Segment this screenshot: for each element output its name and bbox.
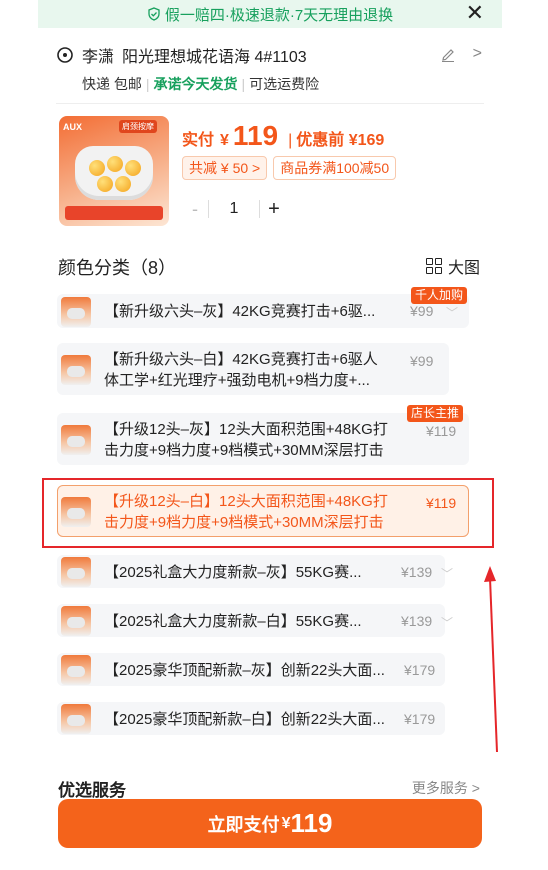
divider — [56, 103, 484, 104]
pay-now-button[interactable]: 立即支付 ¥ 119 — [58, 799, 482, 848]
pay-amount: 119 — [290, 808, 333, 838]
variant-thumbnail — [61, 704, 91, 734]
variant-option[interactable]: 【2025礼盒大力度新款–白】55KG赛... ¥139 ﹀ — [57, 604, 453, 637]
variant-badge: 店长主推 — [407, 405, 464, 422]
brand-logo: AUX — [63, 122, 83, 132]
address-block[interactable]: 李潇 阳光理想城花语海 4#1103 > 快递 包邮 | 承诺今天发货 | 可选… — [56, 44, 486, 94]
guarantee-text: 假一赔四·极速退款·7天无理由退换 — [164, 6, 394, 24]
variant-price: ¥99 — [410, 303, 434, 319]
variant-thumbnail — [61, 557, 91, 587]
original-price: 优惠前 ¥169 — [296, 132, 385, 149]
variant-thumbnail — [61, 297, 91, 327]
variant-price: ¥179 — [404, 711, 436, 727]
variant-option[interactable]: 【新升级六头–灰】42KG竞赛打击+6驱... ¥99 ﹀ — [57, 294, 469, 328]
actual-pay-label: 实付 — [182, 132, 215, 149]
chevron-down-icon: ﹀ — [441, 616, 454, 630]
variant-label-line2: 击力度+9档力度+9档模式+30MM深层打击 — [104, 442, 384, 459]
address-detail: 阳光理想城花语海 4#1103 — [122, 49, 307, 66]
grid-icon — [425, 258, 442, 274]
variant-label: 【2025豪华顶配新款–灰】创新22头大面... — [104, 662, 385, 679]
variant-label: 【2025礼盒大力度新款–灰】55KG赛... — [104, 564, 362, 581]
checkout-sheet: 假一赔四·极速退款·7天无理由退换 ✕ 李潇 阳光理想城花语海 4#1103 >… — [38, 0, 502, 870]
chevron-down-icon: ﹀ — [441, 567, 454, 581]
variant-thumbnail — [61, 425, 91, 455]
variant-option[interactable]: 【2025豪华顶配新款–灰】创新22头大面... ¥179 — [57, 653, 445, 686]
variant-option[interactable]: 【2025礼盒大力度新款–灰】55KG赛... ¥139 ﹀ — [57, 555, 453, 588]
increase-button[interactable]: + — [260, 198, 288, 221]
coupon-chip: 商品券满100减50 — [273, 156, 397, 180]
variant-price: ¥119 — [426, 423, 457, 439]
chevron-down-icon: ﹀ — [446, 306, 459, 320]
variant-price: ¥139 — [401, 613, 433, 629]
close-icon[interactable]: ✕ — [466, 0, 484, 28]
edit-pencil-icon[interactable] — [440, 47, 456, 63]
variant-label: 【新升级六头–白】42KG竞赛打击+6驱人 — [104, 351, 378, 368]
variant-price: ¥99 — [410, 353, 434, 369]
services-title: 优选服务 — [58, 781, 126, 800]
variant-price: ¥179 — [404, 662, 436, 678]
quantity-stepper: - 1 + — [182, 194, 288, 224]
chevron-right-icon[interactable]: > — [473, 45, 482, 63]
recipient-name: 李潇 — [82, 49, 115, 66]
freight-insurance-option[interactable]: 可选运费险 — [249, 74, 319, 94]
decrease-button[interactable]: - — [182, 199, 208, 220]
variant-badge: 千人加购 — [411, 287, 468, 304]
guarantee-banner: 假一赔四·极速退款·7天无理由退换 — [38, 0, 502, 28]
variant-label: 【升级12头–灰】12头大面积范围+48KG打 — [104, 421, 388, 438]
annotation-highlight-box — [42, 478, 494, 548]
variant-label-line2: 体工学+红光理疗+强劲电机+9档力度+... — [104, 372, 370, 389]
actual-price: 119 — [232, 120, 279, 151]
quantity-value[interactable]: 1 — [209, 200, 259, 218]
shipping-method: 快递 包邮 — [82, 76, 142, 92]
variant-price: ¥139 — [401, 564, 433, 580]
variant-thumbnail — [61, 355, 91, 385]
big-image-toggle[interactable]: 大图 — [425, 254, 480, 278]
variant-thumbnail — [61, 655, 91, 685]
ship-today-promise: 承诺今天发货 — [153, 76, 238, 92]
price-summary: 实付 ¥ 119 | 优惠前 ¥169 — [182, 120, 385, 151]
more-services-link[interactable]: 更多服务 > — [412, 778, 480, 798]
variant-option[interactable]: 【2025豪华顶配新款–白】创新22头大面... ¥179 — [57, 702, 445, 735]
shield-check-icon — [148, 7, 160, 21]
image-badge: 肩颈按摩 — [119, 120, 157, 133]
discount-total-chip[interactable]: 共减 ¥ 50 > — [182, 156, 268, 180]
variant-option[interactable]: 【新升级六头–白】42KG竞赛打击+6驱人 体工学+红光理疗+强劲电机+9档力度… — [57, 343, 449, 395]
variant-label: 【新升级六头–灰】42KG竞赛打击+6驱... — [104, 303, 376, 320]
variant-label: 【2025礼盒大力度新款–白】55KG赛... — [104, 613, 362, 630]
product-image[interactable]: AUX 肩颈按摩 — [59, 116, 169, 226]
variant-label: 【2025豪华顶配新款–白】创新22头大面... — [104, 711, 385, 728]
color-category-title: 颜色分类（8） — [58, 258, 177, 278]
variant-thumbnail — [61, 606, 91, 636]
location-pin-icon — [57, 47, 73, 63]
